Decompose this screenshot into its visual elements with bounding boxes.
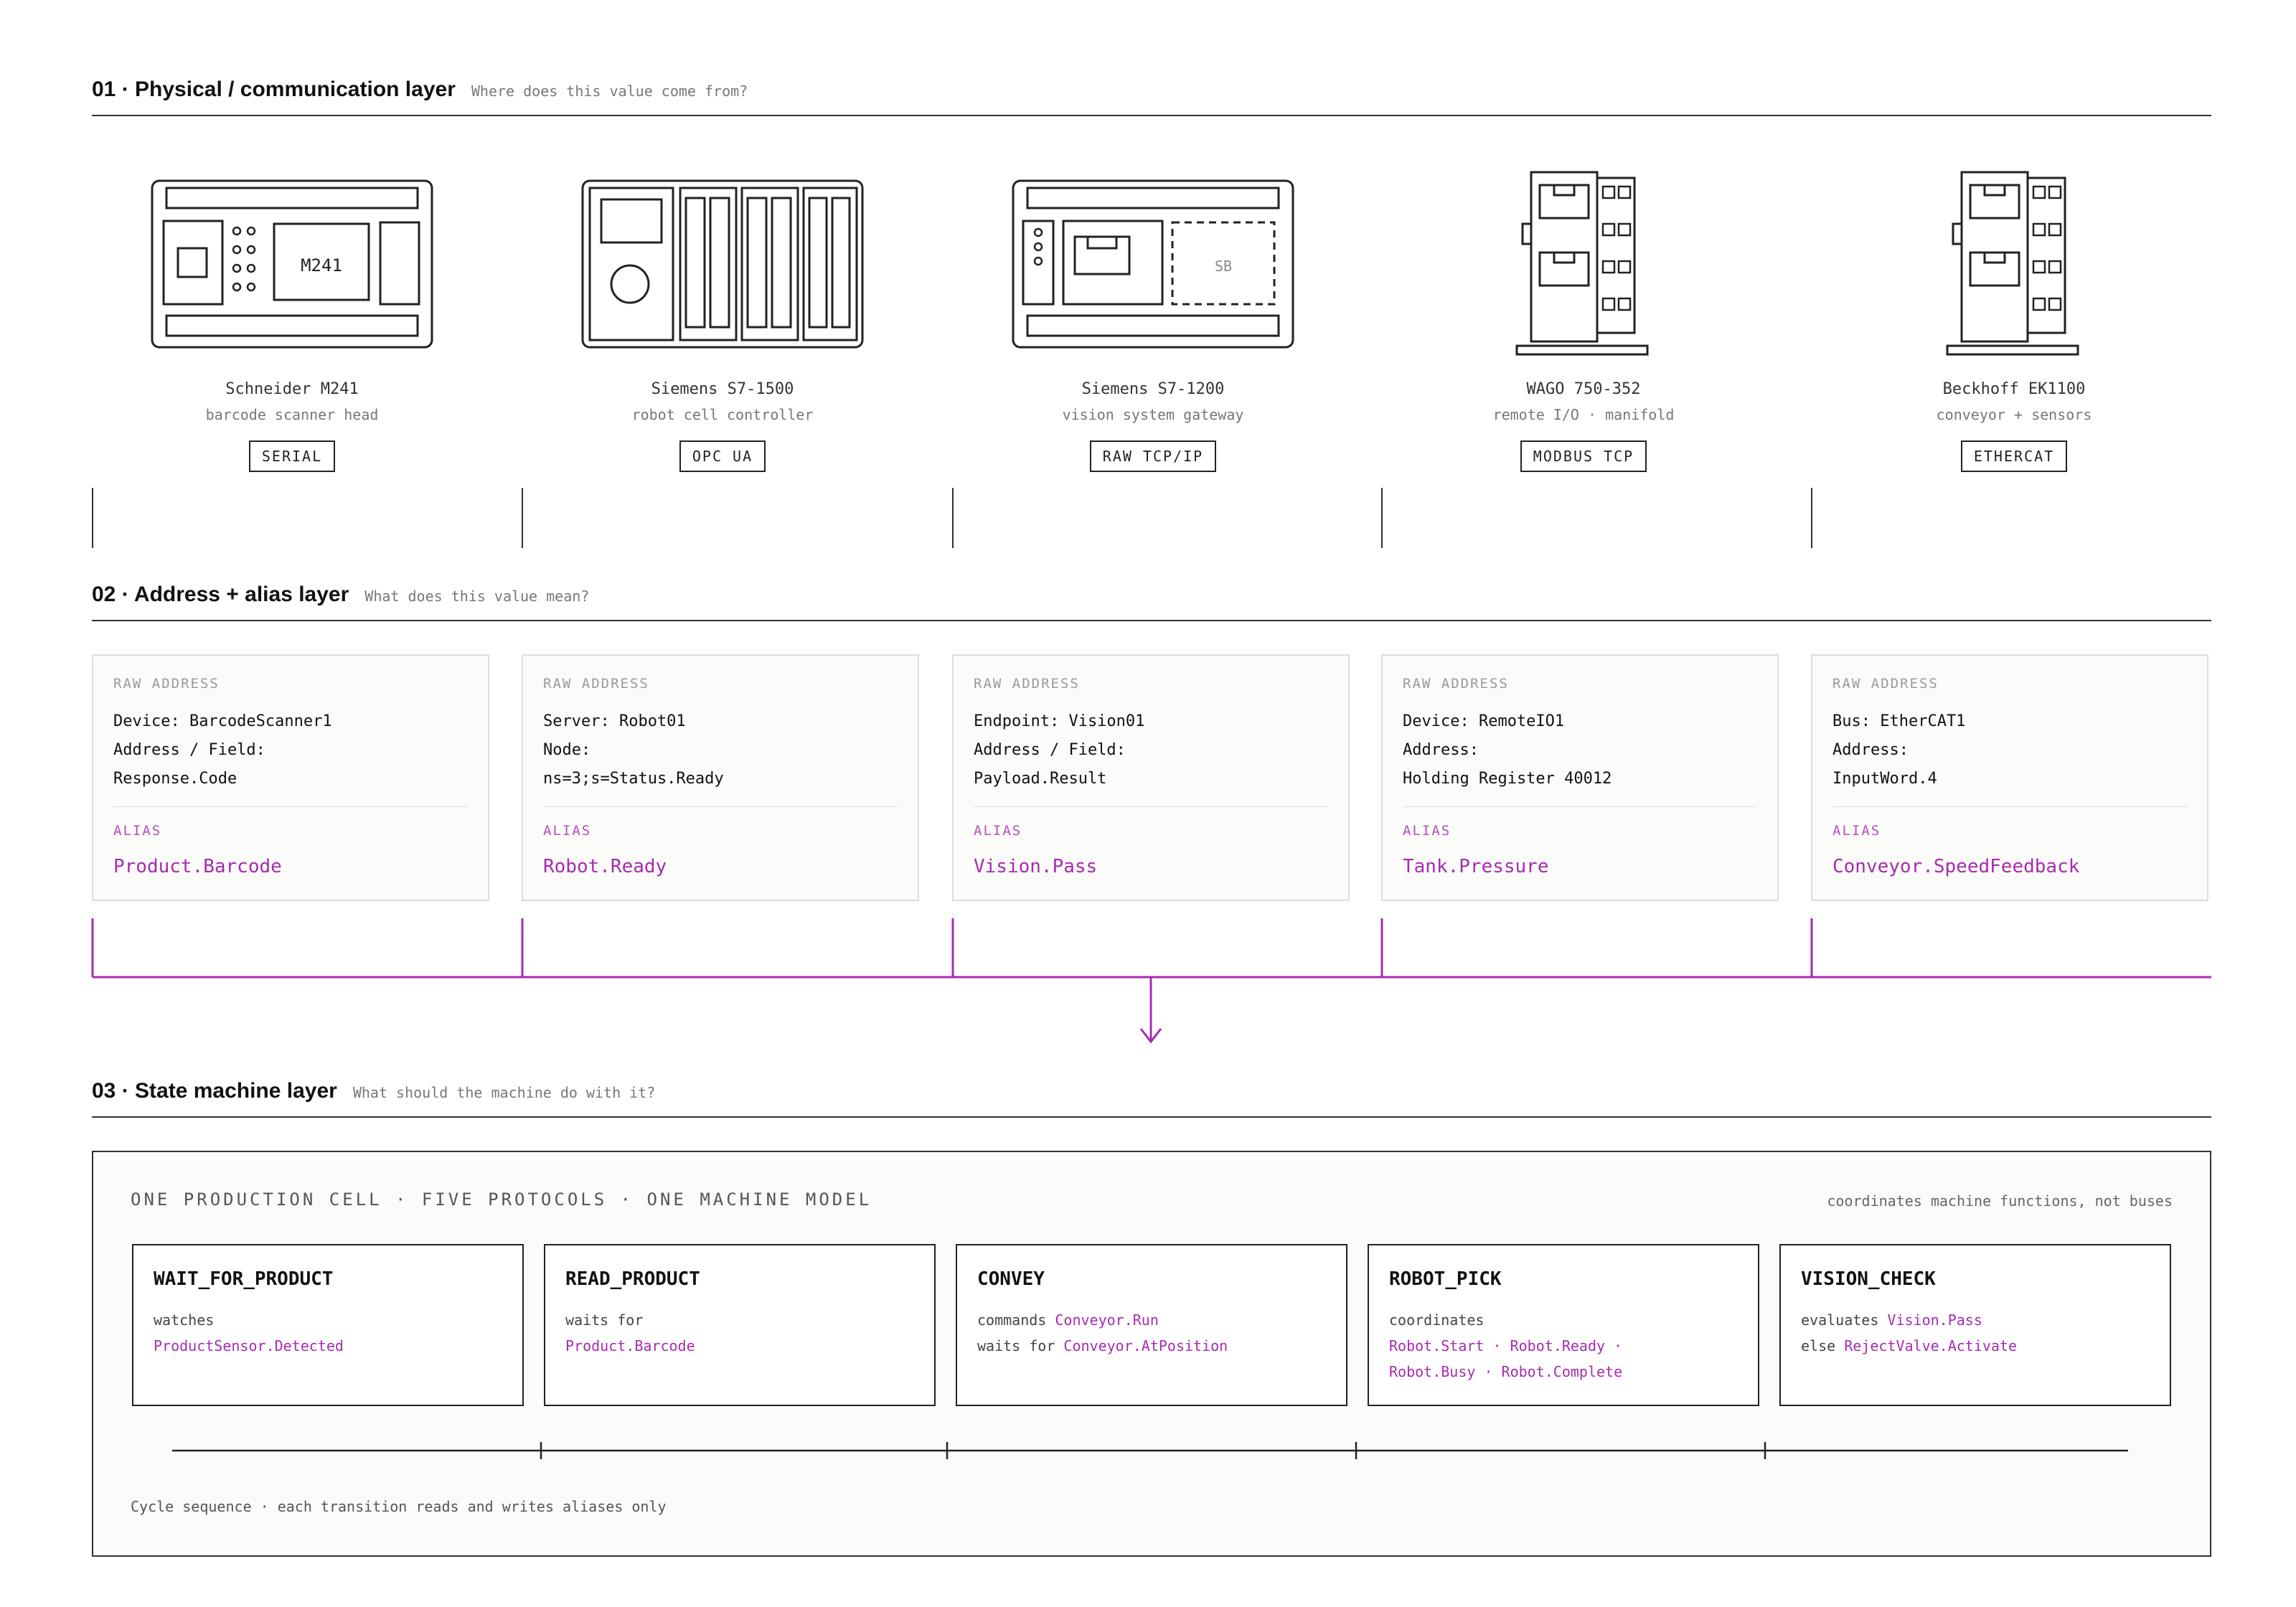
card-divider — [113, 806, 468, 807]
section-title-state-machine: 03 · State machine layer What should the … — [92, 1079, 655, 1103]
alias-value: Robot.Ready — [543, 856, 667, 877]
state-name: VISION_CHECK — [1801, 1268, 1936, 1290]
panel-heading: ONE PRODUCTION CELL · FIVE PROTOCOLS · O… — [131, 1189, 872, 1210]
alias-value: Tank.Pressure — [1403, 856, 1549, 877]
state-convey: CONVEY commands Conveyor.Run waits for C… — [956, 1244, 1347, 1406]
module-label: SB — [1215, 258, 1232, 275]
protocol-badge-tcp: RAW TCP/IP — [1089, 440, 1217, 472]
device-description: vision system gateway — [1062, 406, 1244, 423]
section-title-text: 03 · State machine layer — [92, 1079, 337, 1103]
module-label: M241 — [301, 255, 342, 275]
device-name: Schneider M241 — [225, 380, 359, 398]
section-title-text: 02 · Address + alias layer — [92, 583, 349, 606]
raw-address: Device: BarcodeScanner1 Address / Field:… — [113, 712, 332, 788]
device-name: WAGO 750-352 — [1526, 380, 1641, 398]
card-divider — [1832, 806, 2187, 807]
state-robot-pick: ROBOT_PICK coordinates Robot.Start · Rob… — [1368, 1244, 1759, 1406]
alias-merge-connector — [91, 918, 2211, 1044]
address-card: RAW ADDRESS Device: RemoteIO1 Address: H… — [1381, 654, 1779, 901]
device-description: conveyor + sensors — [1936, 406, 2092, 423]
connector-line — [1811, 488, 1812, 548]
alias-label: ALIAS — [974, 823, 1022, 839]
card-divider — [974, 806, 1328, 807]
device-name: Beckhoff EK1100 — [1942, 380, 2086, 398]
alias-value: Vision.Pass — [974, 856, 1098, 877]
cycle-timeline — [172, 1442, 2128, 1459]
state-name: CONVEY — [977, 1268, 1045, 1290]
alias-label: ALIAS — [113, 823, 162, 839]
address-card: RAW ADDRESS Device: BarcodeScanner1 Addr… — [92, 654, 489, 901]
raw-address-label: RAW ADDRESS — [974, 676, 1080, 692]
device-name: Siemens S7-1200 — [1081, 380, 1225, 398]
state-description: waits for Product.Barcode — [565, 1311, 695, 1354]
plc-compact-icon: M241 — [151, 179, 433, 349]
state-vision-check: VISION_CHECK evaluates Vision.Pass else … — [1779, 1244, 2171, 1406]
address-card: RAW ADDRESS Server: Robot01 Node: ns=3;s… — [522, 654, 919, 901]
state-wait-for-product: WAIT_FOR_PRODUCT watches ProductSensor.D… — [132, 1244, 524, 1406]
raw-address-label: RAW ADDRESS — [543, 676, 649, 692]
section-rule — [92, 1116, 2211, 1118]
section-subtitle: What should the machine do with it? — [352, 1084, 656, 1101]
state-description: evaluates Vision.Pass else RejectValve.A… — [1801, 1311, 2018, 1354]
state-description: commands Conveyor.Run waits for Conveyor… — [977, 1311, 1228, 1354]
raw-address: Server: Robot01 Node: ns=3;s=Status.Read… — [543, 712, 724, 788]
plc-signal-board-icon: SB — [1012, 179, 1294, 349]
card-divider — [543, 806, 898, 807]
address-card: RAW ADDRESS Bus: EtherCAT1 Address: Inpu… — [1811, 654, 2208, 901]
protocol-badge-serial: SERIAL — [248, 440, 336, 472]
device-illustrations: M241 SB — [151, 171, 2079, 356]
alias-value: Conveyor.SpeedFeedback — [1832, 856, 2080, 877]
panel-note: coordinates machine functions, not buses — [1827, 1192, 2173, 1210]
state-name: WAIT_FOR_PRODUCT — [154, 1268, 334, 1290]
connector-line — [1381, 488, 1383, 548]
plc-modular-icon — [581, 179, 864, 349]
state-description: coordinates Robot.Start · Robot.Ready · … — [1389, 1311, 1623, 1380]
address-card: RAW ADDRESS Endpoint: Vision01 Address /… — [952, 654, 1350, 901]
state-name: ROBOT_PICK — [1389, 1268, 1502, 1290]
alias-label: ALIAS — [1403, 823, 1452, 839]
connector-line — [92, 488, 93, 548]
state-description: watches ProductSensor.Detected — [154, 1311, 344, 1354]
raw-address-label: RAW ADDRESS — [1832, 676, 1939, 692]
state-read-product: READ_PRODUCT waits for Product.Barcode — [544, 1244, 936, 1406]
raw-address-label: RAW ADDRESS — [113, 676, 220, 692]
alias-label: ALIAS — [543, 823, 592, 839]
raw-address-label: RAW ADDRESS — [1403, 676, 1509, 692]
alias-value: Product.Barcode — [113, 856, 282, 877]
state-machine-panel: ONE PRODUCTION CELL · FIVE PROTOCOLS · O… — [92, 1151, 2211, 1557]
cycle-caption: Cycle sequence · each transition reads a… — [131, 1498, 667, 1515]
device-description: barcode scanner head — [205, 406, 379, 423]
raw-address: Endpoint: Vision01 Address / Field: Payl… — [974, 712, 1145, 788]
alias-label: ALIAS — [1832, 823, 1881, 839]
device-description: robot cell controller — [631, 406, 814, 423]
section-subtitle: What does this value mean? — [364, 588, 590, 605]
connector-line — [952, 488, 954, 548]
card-divider — [1403, 806, 1757, 807]
section-rule — [92, 620, 2211, 621]
raw-address: Bus: EtherCAT1 Address: InputWord.4 — [1832, 712, 1966, 788]
device-name: Siemens S7-1500 — [651, 380, 794, 398]
section-title-address: 02 · Address + alias layer What does this… — [92, 583, 589, 607]
state-name: READ_PRODUCT — [565, 1268, 700, 1290]
protocol-badge-opcua: OPC UA — [679, 440, 766, 472]
remote-io-icon — [1515, 171, 1649, 356]
protocol-badge-ethercat: ETHERCAT — [1960, 440, 2068, 472]
bus-coupler-icon — [1946, 171, 2079, 356]
connector-line — [522, 488, 523, 548]
raw-address: Device: RemoteIO1 Address: Holding Regis… — [1403, 712, 1612, 788]
protocol-badge-modbus: MODBUS TCP — [1520, 440, 1647, 472]
device-description: remote I/O · manifold — [1492, 406, 1675, 423]
